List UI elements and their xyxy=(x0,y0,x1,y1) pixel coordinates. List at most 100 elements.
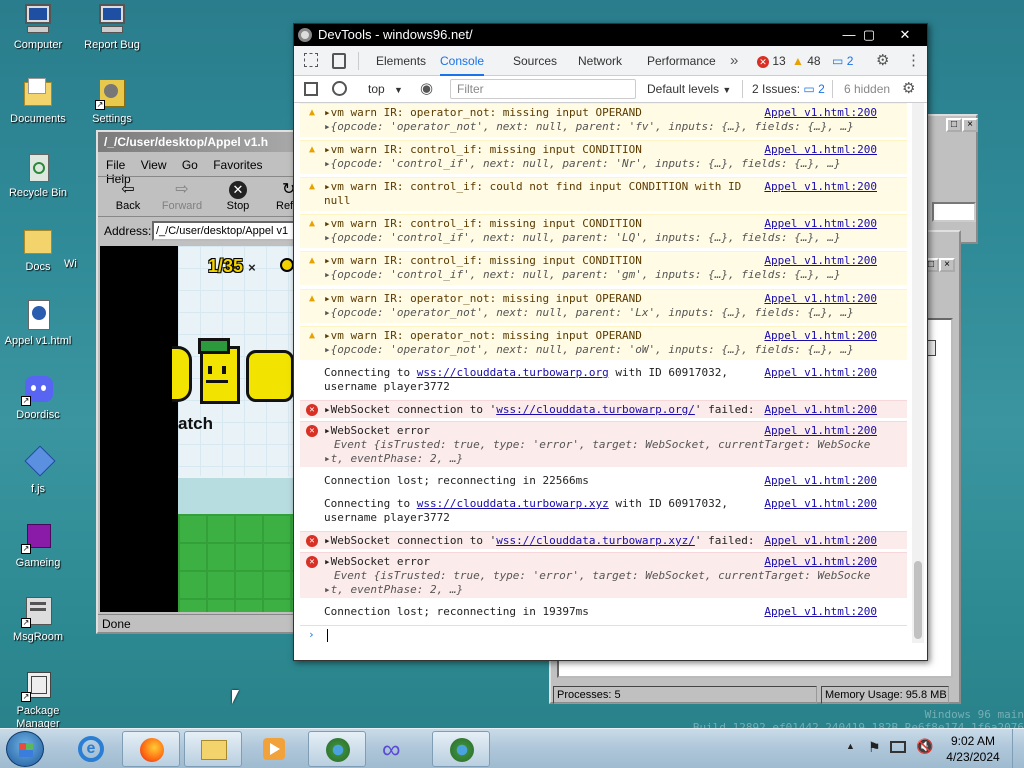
sidebar-toggle-icon[interactable] xyxy=(304,82,318,96)
url-link[interactable]: wss://clouddata.turbowarp.org/ xyxy=(496,403,695,416)
desktop-icon-report-bug[interactable]: Report Bug xyxy=(74,2,150,52)
desktop-icon-appel[interactable]: Appel v1.html xyxy=(0,298,76,348)
expand-arrow-icon[interactable]: ▸ xyxy=(324,254,331,267)
menu-go[interactable]: Go xyxy=(182,158,198,172)
desktop-icon-fjs[interactable]: f.js xyxy=(0,445,76,496)
console-message[interactable]: ▲ ▸vm warn IR: control_if: missing input… xyxy=(300,214,907,248)
tab-console[interactable]: Console xyxy=(440,46,485,76)
source-link[interactable]: Appel v1.html:200 xyxy=(764,329,877,343)
chevron-up-icon[interactable]: ▲ xyxy=(846,741,855,751)
source-link[interactable]: Appel v1.html:200 xyxy=(764,605,877,619)
source-link[interactable]: Appel v1.html:200 xyxy=(764,403,877,417)
menu-file[interactable]: File xyxy=(106,158,125,172)
console-message[interactable]: ▲ ▸vm warn IR: control_if: missing input… xyxy=(300,251,907,285)
console-message[interactable]: Connecting to wss://clouddata.turbowarp.… xyxy=(300,364,907,398)
desktop-icon-recycle-bin[interactable]: Recycle Bin xyxy=(0,150,76,200)
desktop-icon-gameing[interactable]: ↗ Gameing xyxy=(0,520,76,570)
console-message[interactable]: ✕ ▸WebSocket error Event {isTrusted: tru… xyxy=(300,421,907,467)
source-link[interactable]: Appel v1.html:200 xyxy=(764,217,877,231)
source-link[interactable]: Appel v1.html:200 xyxy=(764,366,877,380)
source-link[interactable]: Appel v1.html:200 xyxy=(764,292,877,306)
browser-window[interactable]: /_/C/user/desktop/Appel v1.h File View G… xyxy=(96,130,302,634)
minimize-button[interactable]: — xyxy=(839,24,859,46)
taskbar-chrome-button[interactable] xyxy=(308,731,366,767)
console-message[interactable]: ▲ ▸vm warn IR: control_if: missing input… xyxy=(300,140,907,174)
tab-sources[interactable]: Sources xyxy=(513,46,557,76)
context-select[interactable]: top ▼ xyxy=(368,82,403,96)
console-output[interactable]: ▲ ▸vm warn IR: operator_not: missing inp… xyxy=(294,103,919,643)
console-prompt[interactable]: › xyxy=(300,625,907,643)
warning-count-badge[interactable]: ▲ 48 xyxy=(792,54,821,68)
console-message[interactable]: ▲ ▸vm warn IR: control_if: could not fin… xyxy=(300,177,907,211)
close-button[interactable]: × xyxy=(939,258,955,272)
tab-network[interactable]: Network xyxy=(578,46,622,76)
console-message[interactable]: Connection lost; reconnecting in 22566ms… xyxy=(300,472,907,490)
expand-arrow-icon[interactable]: ▸ xyxy=(324,534,331,547)
console-scrollbar[interactable] xyxy=(912,103,924,643)
console-message[interactable]: ✕ ▸WebSocket connection to 'wss://cloudd… xyxy=(300,400,907,418)
forward-button[interactable]: ⇨ Forward xyxy=(156,180,208,212)
source-link[interactable]: Appel v1.html:200 xyxy=(764,424,877,438)
more-tabs-icon[interactable]: » xyxy=(730,46,738,76)
taskbar-devtools-button[interactable] xyxy=(432,731,490,767)
filter-input[interactable]: Filter xyxy=(450,79,636,99)
close-button[interactable]: × xyxy=(962,118,978,132)
console-message[interactable]: ▲ ▸vm warn IR: operator_not: missing inp… xyxy=(300,103,907,137)
source-link[interactable]: Appel v1.html:200 xyxy=(764,555,877,569)
desktop-icon-settings[interactable]: ↗ Settings xyxy=(74,76,150,126)
expand-arrow-icon[interactable]: ▸ xyxy=(324,143,331,156)
menu-view[interactable]: View xyxy=(141,158,167,172)
source-link[interactable]: Appel v1.html:200 xyxy=(764,180,877,194)
expand-arrow-icon[interactable]: ▸ xyxy=(324,292,331,305)
console-message[interactable]: ▲ ▸vm warn IR: operator_not: missing inp… xyxy=(300,289,907,323)
clock[interactable]: 9:02 AM 4/23/2024 xyxy=(940,733,1006,765)
clear-console-icon[interactable] xyxy=(332,81,347,96)
console-message[interactable]: Connecting to wss://clouddata.turbowarp.… xyxy=(300,495,907,529)
network-icon[interactable] xyxy=(890,741,906,753)
inspect-element-icon[interactable] xyxy=(304,53,318,67)
expand-arrow-icon[interactable]: ▸ xyxy=(324,403,331,416)
error-count-badge[interactable]: ✕ 13 xyxy=(757,54,786,68)
url-link[interactable]: wss://clouddata.turbowarp.xyz/ xyxy=(496,534,695,547)
address-field[interactable]: /_/C/user/desktop/Appel v1 xyxy=(152,221,302,241)
taskbar-loop-button[interactable]: ∞ xyxy=(370,731,428,767)
console-settings-icon[interactable]: ⚙ xyxy=(902,79,915,97)
console-message[interactable]: ▲ ▸vm warn IR: operator_not: missing inp… xyxy=(300,326,907,360)
console-message[interactable]: ✕ ▸WebSocket error Event {isTrusted: tru… xyxy=(300,552,907,598)
taskbar-explorer-button[interactable] xyxy=(184,731,242,767)
console-message[interactable]: ✕ ▸WebSocket connection to 'wss://cloudd… xyxy=(300,531,907,549)
source-link[interactable]: Appel v1.html:200 xyxy=(764,106,877,120)
expand-arrow-icon[interactable]: ▸ xyxy=(324,555,331,568)
source-link[interactable]: Appel v1.html:200 xyxy=(764,474,877,488)
flag-icon[interactable]: ⚑ xyxy=(868,739,881,756)
desktop-icon-doordisc[interactable]: ↗ Doordisc xyxy=(0,372,76,422)
info-count-badge[interactable]: ▭ 2 xyxy=(832,54,853,68)
desktop-icon-package-manager[interactable]: ↗ Package Manager xyxy=(0,668,76,731)
log-levels-select[interactable]: Default levels ▼ xyxy=(647,82,731,96)
close-button[interactable]: ✕ xyxy=(895,24,915,46)
taskbar-media-button[interactable] xyxy=(246,731,304,767)
expand-arrow-icon[interactable]: ▸ xyxy=(324,180,331,193)
taskbar-firefox-button[interactable] xyxy=(122,731,180,767)
source-link[interactable]: Appel v1.html:200 xyxy=(764,143,877,157)
back-button[interactable]: ⇦ Back xyxy=(102,180,154,212)
url-link[interactable]: wss://clouddata.turbowarp.org xyxy=(417,366,609,379)
tab-elements[interactable]: Elements xyxy=(376,46,426,76)
console-message[interactable]: Connection lost; reconnecting in 19397ms… xyxy=(300,603,907,621)
desktop-icon-msgroom[interactable]: ↗ MsgRoom xyxy=(0,594,76,644)
scrollbar-thumb[interactable] xyxy=(914,561,922,639)
maximize-button[interactable]: ▢ xyxy=(859,24,879,46)
expand-arrow-icon[interactable]: ▸ xyxy=(324,217,331,230)
maximize-button[interactable]: □ xyxy=(946,118,962,132)
stop-button[interactable]: ✕ Stop xyxy=(212,180,264,212)
eye-icon[interactable]: ◉ xyxy=(420,79,433,97)
taskbar-ie-button[interactable]: e xyxy=(62,731,120,767)
tab-performance[interactable]: Performance xyxy=(647,46,716,76)
desktop-icon-documents[interactable]: Documents xyxy=(0,76,76,126)
source-link[interactable]: Appel v1.html:200 xyxy=(764,534,877,548)
show-desktop-button[interactable] xyxy=(1012,729,1024,768)
background-window[interactable]: □ × xyxy=(926,114,978,244)
device-toolbar-icon[interactable] xyxy=(332,53,346,69)
expand-arrow-icon[interactable]: ▸ xyxy=(324,329,331,342)
expand-arrow-icon[interactable]: ▸ xyxy=(324,106,331,119)
